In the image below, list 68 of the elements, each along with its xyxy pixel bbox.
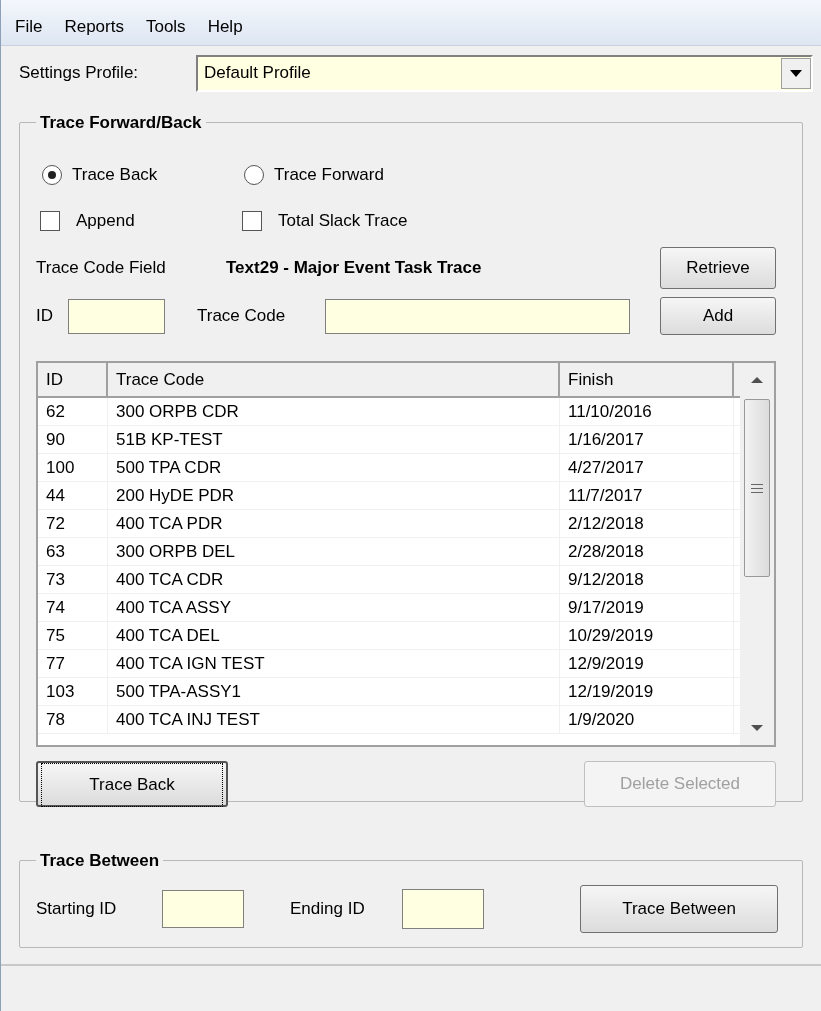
- table-cell: 90: [38, 426, 108, 453]
- table-cell: 10/29/2019: [560, 622, 734, 649]
- table-cell: 77: [38, 650, 108, 677]
- table-cell: 400 TCA INJ TEST: [108, 706, 560, 733]
- table-cell: 400 TCA IGN TEST: [108, 650, 560, 677]
- column-header[interactable]: ID: [38, 363, 108, 396]
- field-label: Starting ID: [36, 898, 118, 921]
- table-cell: 2/12/2018: [560, 510, 734, 537]
- checkbox-option[interactable]: Append: [36, 208, 238, 234]
- table-cell: 500 TPA CDR: [108, 454, 560, 481]
- table-cell: 400 TCA PDR: [108, 510, 560, 537]
- retrieve-button[interactable]: Retrieve: [660, 247, 776, 289]
- trace-back-button[interactable]: Trace Back: [36, 761, 228, 807]
- table-cell: 73: [38, 566, 108, 593]
- menu-item[interactable]: Help: [207, 13, 243, 39]
- table-cell: 78: [38, 706, 108, 733]
- table-cell: 12/9/2019: [560, 650, 734, 677]
- table-cell: 103: [38, 678, 108, 705]
- column-header[interactable]: Finish: [560, 363, 734, 396]
- table-cell: 2/28/2018: [560, 538, 734, 565]
- table-cell: 44: [38, 482, 108, 509]
- table-cell: 300 ORPB DEL: [108, 538, 560, 565]
- field-label: Trace Code: [197, 305, 287, 328]
- table-cell: 63: [38, 538, 108, 565]
- table-cell: 300 ORPB CDR: [108, 398, 560, 425]
- ending-id-input-field[interactable]: [402, 889, 484, 929]
- column-header[interactable]: Trace Code: [108, 363, 560, 396]
- menu-item[interactable]: Tools: [145, 13, 186, 39]
- vertical-scrollbar[interactable]: [740, 363, 774, 745]
- trace-between-button[interactable]: Trace Between: [580, 885, 778, 933]
- scroll-up-icon[interactable]: [751, 377, 763, 383]
- starting-id-input-field[interactable]: [162, 890, 244, 928]
- field-label: ID: [36, 305, 54, 328]
- table-cell: 72: [38, 510, 108, 537]
- trace-code-field-value: Text29 - Major Event Task Trace: [226, 257, 483, 280]
- radio-option[interactable]: Trace Forward: [238, 162, 384, 188]
- table-cell: 51B KP-TEST: [108, 426, 560, 453]
- table-cell: 11/7/2017: [560, 482, 734, 509]
- table-cell: 400 TCA CDR: [108, 566, 560, 593]
- table-cell: 1/9/2020: [560, 706, 734, 733]
- field-label: Trace Code Field: [36, 257, 167, 280]
- checkbox-option[interactable]: Total Slack Trace: [238, 208, 408, 234]
- add-button[interactable]: Add: [660, 297, 776, 335]
- table-cell: 400 TCA DEL: [108, 622, 560, 649]
- table-cell: 400 TCA ASSY: [108, 594, 560, 621]
- field-label: Ending ID: [290, 898, 366, 921]
- scroll-thumb[interactable]: [744, 399, 770, 577]
- menu-item[interactable]: Reports: [64, 13, 124, 39]
- field-label: Settings Profile:: [19, 62, 140, 85]
- table-cell: 12/19/2019: [560, 678, 734, 705]
- radio-option[interactable]: Trace Back: [36, 162, 238, 188]
- table-cell: 9/17/2019: [560, 594, 734, 621]
- table-cell: 500 TPA-ASSY1: [108, 678, 560, 705]
- profile-dropdown[interactable]: Default Profile: [196, 54, 813, 92]
- table-cell: 4/27/2017: [560, 454, 734, 481]
- grip-icon: [751, 483, 763, 493]
- table-cell: 62: [38, 398, 108, 425]
- table-cell: 9/12/2018: [560, 566, 734, 593]
- table-cell: 74: [38, 594, 108, 621]
- table-cell: 75: [38, 622, 108, 649]
- trace-code-input-field[interactable]: [325, 298, 630, 334]
- menu-item[interactable]: File: [15, 13, 43, 39]
- table-cell: 11/10/2016: [560, 398, 734, 425]
- scroll-down-icon[interactable]: [751, 725, 763, 731]
- table-cell: 1/16/2017: [560, 426, 734, 453]
- table-cell: 200 HyDE PDR: [108, 482, 560, 509]
- id-input-field[interactable]: [68, 298, 165, 334]
- table-cell: 100: [38, 454, 108, 481]
